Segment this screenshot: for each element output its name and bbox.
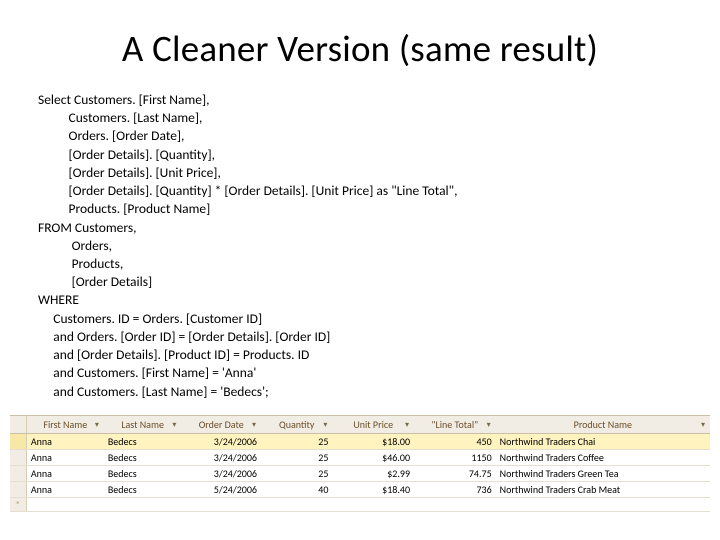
table-row[interactable]: AnnaBedecs3/24/200625$18.00450Northwind … [10,434,710,450]
result-table-wrap: First Name▾ Last Name▾ Order Date▾ Quant… [10,415,710,512]
table-row[interactable]: AnnaBedecs5/24/200640$18.40736Northwind … [10,482,710,498]
dropdown-icon: ▾ [92,420,102,430]
result-header-row: First Name▾ Last Name▾ Order Date▾ Quant… [10,416,710,434]
dropdown-icon: ▾ [698,420,708,430]
cell-unit-price: $46.00 [332,450,414,466]
cell-last-name: Bedecs [104,466,182,482]
row-selector-header [10,416,26,434]
empty-cell [26,498,104,512]
cell-product-name: Northwind Traders Chai [496,434,710,450]
new-record-row[interactable]: * [10,498,710,512]
col-product-name[interactable]: Product Name▾ [496,416,710,434]
dropdown-icon: ▾ [484,420,494,430]
empty-cell [496,498,710,512]
dropdown-icon: ▾ [320,420,330,430]
cell-quantity: 25 [261,466,332,482]
cell-first-name: Anna [26,482,104,498]
cell-unit-price: $18.40 [332,482,414,498]
row-selector[interactable] [10,434,26,450]
cell-first-name: Anna [26,466,104,482]
slide-title: A Cleaner Version (same result) [38,26,682,71]
cell-first-name: Anna [26,434,104,450]
empty-cell [181,498,261,512]
dropdown-icon: ▾ [169,420,179,430]
cell-line-total: 74.75 [414,466,496,482]
cell-last-name: Bedecs [104,434,182,450]
dropdown-icon: ▾ [249,420,259,430]
row-selector[interactable] [10,450,26,466]
cell-product-name: Northwind Traders Crab Meat [496,482,710,498]
col-last-name[interactable]: Last Name▾ [104,416,182,434]
new-record-marker: * [10,498,26,512]
cell-order-date: 3/24/2006 [181,466,261,482]
cell-line-total: 450 [414,434,496,450]
empty-cell [261,498,332,512]
empty-cell [332,498,414,512]
cell-quantity: 25 [261,450,332,466]
cell-order-date: 3/24/2006 [181,450,261,466]
col-line-total[interactable]: "Line Total"▾ [414,416,496,434]
cell-unit-price: $18.00 [332,434,414,450]
cell-quantity: 25 [261,434,332,450]
sql-code-block: Select Customers. [First Name], Customer… [38,91,682,401]
table-row[interactable]: AnnaBedecs3/24/200625$2.9974.75Northwind… [10,466,710,482]
cell-last-name: Bedecs [104,482,182,498]
table-row[interactable]: AnnaBedecs3/24/200625$46.001150Northwind… [10,450,710,466]
col-order-date[interactable]: Order Date▾ [181,416,261,434]
cell-last-name: Bedecs [104,450,182,466]
cell-unit-price: $2.99 [332,466,414,482]
cell-line-total: 736 [414,482,496,498]
row-selector[interactable] [10,466,26,482]
col-unit-price[interactable]: Unit Price▾ [332,416,414,434]
cell-quantity: 40 [261,482,332,498]
cell-product-name: Northwind Traders Green Tea [496,466,710,482]
cell-product-name: Northwind Traders Coffee [496,450,710,466]
cell-order-date: 5/24/2006 [181,482,261,498]
dropdown-icon: ▾ [402,420,412,430]
cell-line-total: 1150 [414,450,496,466]
col-quantity[interactable]: Quantity▾ [261,416,332,434]
row-selector[interactable] [10,482,26,498]
cell-first-name: Anna [26,450,104,466]
empty-cell [104,498,182,512]
col-first-name[interactable]: First Name▾ [26,416,104,434]
result-table: First Name▾ Last Name▾ Order Date▾ Quant… [10,415,710,512]
cell-order-date: 3/24/2006 [181,434,261,450]
empty-cell [414,498,496,512]
